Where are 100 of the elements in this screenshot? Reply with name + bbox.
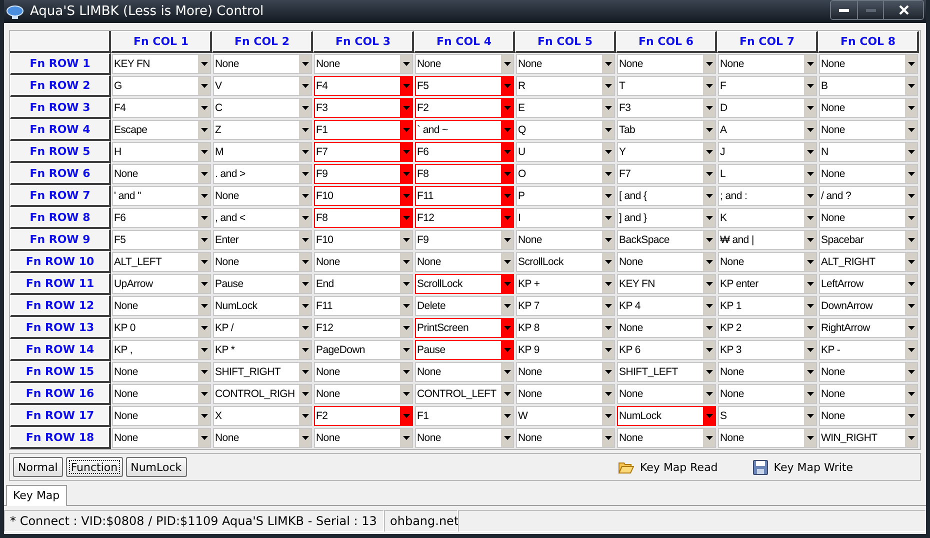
dropdown-button[interactable] [400, 253, 412, 271]
dropdown-button[interactable] [602, 319, 614, 337]
key-dropdown[interactable]: None [415, 252, 514, 272]
key-dropdown[interactable]: None [819, 406, 918, 426]
key-dropdown[interactable]: KP 2 [718, 318, 817, 338]
key-dropdown[interactable]: None [819, 164, 918, 184]
dropdown-button[interactable] [299, 429, 311, 447]
dropdown-button[interactable] [703, 143, 715, 161]
key-dropdown[interactable]: None [617, 318, 716, 338]
key-dropdown[interactable]: L [718, 164, 817, 184]
key-dropdown[interactable]: SHIFT_RIGHT [213, 362, 312, 382]
dropdown-button[interactable] [905, 363, 917, 381]
key-dropdown[interactable]: F2 [415, 98, 514, 118]
dropdown-button[interactable] [703, 165, 715, 183]
dropdown-button[interactable] [198, 319, 210, 337]
key-dropdown[interactable]: D [718, 98, 817, 118]
dropdown-button[interactable] [703, 319, 715, 337]
dropdown-button[interactable] [198, 341, 210, 359]
key-dropdown[interactable]: Enter [213, 230, 312, 250]
key-dropdown[interactable]: None [213, 428, 312, 448]
dropdown-button[interactable] [804, 55, 816, 73]
dropdown-button[interactable] [804, 319, 816, 337]
dropdown-button[interactable] [703, 231, 715, 249]
dropdown-button[interactable] [703, 77, 715, 95]
key-dropdown[interactable]: ₩ and | [718, 230, 817, 250]
key-dropdown[interactable]: None [112, 362, 211, 382]
key-dropdown[interactable]: None [819, 362, 918, 382]
dropdown-button[interactable] [602, 363, 614, 381]
key-dropdown[interactable]: Pause [213, 274, 312, 294]
dropdown-button[interactable] [299, 319, 311, 337]
key-dropdown[interactable]: V [213, 76, 312, 96]
dropdown-button[interactable] [198, 121, 210, 139]
mode-button[interactable]: NumLock [126, 457, 187, 477]
dropdown-button[interactable] [299, 121, 311, 139]
key-dropdown[interactable]: None [516, 384, 615, 404]
dropdown-button[interactable] [804, 407, 816, 425]
dropdown-button[interactable] [299, 143, 311, 161]
mode-button[interactable]: Function [66, 457, 123, 477]
dropdown-button[interactable] [602, 99, 614, 117]
dropdown-button[interactable] [198, 297, 210, 315]
dropdown-button[interactable] [198, 165, 210, 183]
dropdown-button[interactable] [400, 319, 412, 337]
dropdown-button[interactable] [198, 429, 210, 447]
dropdown-button[interactable] [198, 231, 210, 249]
key-dropdown[interactable]: I [516, 208, 615, 228]
key-dropdown[interactable]: KP enter [718, 274, 817, 294]
key-dropdown[interactable]: B [819, 76, 918, 96]
key-dropdown[interactable]: F8 [314, 208, 413, 228]
key-dropdown[interactable]: None [617, 428, 716, 448]
key-dropdown[interactable]: [ and { [617, 186, 716, 206]
key-dropdown[interactable]: W [516, 406, 615, 426]
key-dropdown[interactable]: None [819, 98, 918, 118]
key-dropdown[interactable]: F12 [415, 208, 514, 228]
key-dropdown[interactable]: None [617, 252, 716, 272]
key-dropdown[interactable]: None [213, 186, 312, 206]
dropdown-button[interactable] [602, 275, 614, 293]
dropdown-button[interactable] [501, 55, 513, 73]
dropdown-button[interactable] [905, 231, 917, 249]
close-button[interactable] [883, 1, 923, 19]
key-dropdown[interactable]: F1 [415, 406, 514, 426]
key-dropdown[interactable]: KP 1 [718, 296, 817, 316]
dropdown-button[interactable] [905, 121, 917, 139]
dropdown-button[interactable] [198, 187, 210, 205]
key-dropdown[interactable]: KEY FN [112, 54, 211, 74]
dropdown-button[interactable] [602, 165, 614, 183]
dropdown-button[interactable] [501, 253, 513, 271]
dropdown-button[interactable] [400, 363, 412, 381]
dropdown-button[interactable] [602, 209, 614, 227]
key-dropdown[interactable]: F8 [415, 164, 514, 184]
dropdown-button[interactable] [804, 143, 816, 161]
dropdown-button[interactable] [299, 209, 311, 227]
key-dropdown[interactable]: Tab [617, 120, 716, 140]
key-dropdown[interactable]: Escape [112, 120, 211, 140]
key-dropdown[interactable]: A [718, 120, 817, 140]
dropdown-button[interactable] [602, 407, 614, 425]
key-dropdown[interactable]: F12 [314, 318, 413, 338]
dropdown-button[interactable] [602, 231, 614, 249]
dropdown-button[interactable] [905, 407, 917, 425]
dropdown-button[interactable] [804, 99, 816, 117]
key-dropdown[interactable]: None [819, 54, 918, 74]
dropdown-button[interactable] [400, 231, 412, 249]
dropdown-button[interactable] [703, 253, 715, 271]
tab[interactable]: Key Map [6, 485, 67, 506]
key-dropdown[interactable]: F2 [314, 406, 413, 426]
dropdown-button[interactable] [804, 253, 816, 271]
key-dropdown[interactable]: KP 6 [617, 340, 716, 360]
key-dropdown[interactable]: None [718, 252, 817, 272]
dropdown-button[interactable] [905, 187, 917, 205]
key-dropdown[interactable]: F4 [314, 76, 413, 96]
dropdown-button[interactable] [400, 429, 412, 447]
key-dropdown[interactable]: KP - [819, 340, 918, 360]
dropdown-button[interactable] [299, 55, 311, 73]
dropdown-button[interactable] [804, 341, 816, 359]
key-dropdown[interactable]: G [112, 76, 211, 96]
mode-button[interactable]: Normal [13, 457, 63, 477]
dropdown-button[interactable] [198, 253, 210, 271]
dropdown-button[interactable] [501, 385, 513, 403]
dropdown-button[interactable] [299, 231, 311, 249]
dropdown-button[interactable] [905, 55, 917, 73]
key-dropdown[interactable]: KP 7 [516, 296, 615, 316]
